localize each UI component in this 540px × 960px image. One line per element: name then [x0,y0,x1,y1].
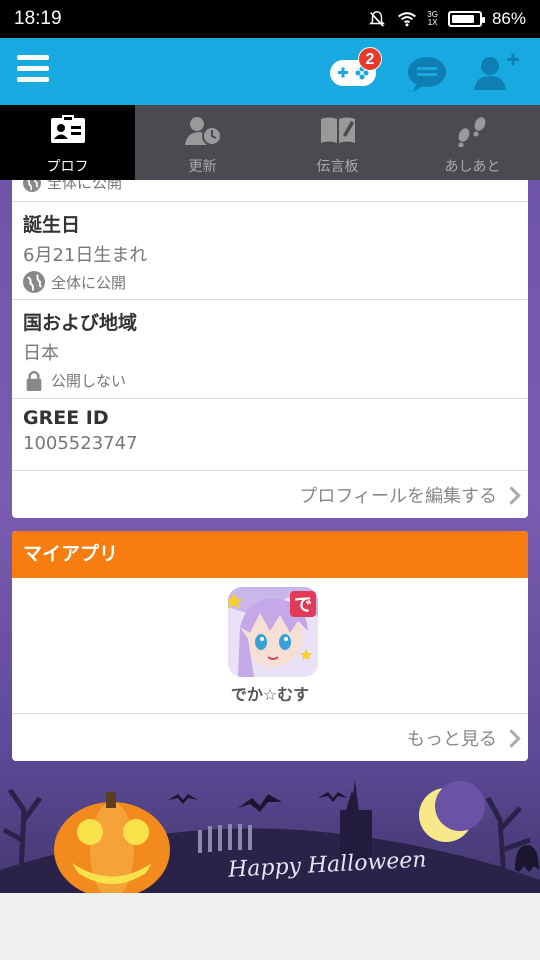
tab-bar: プロフ 更新 伝言板 あしあと [0,105,540,180]
lock-icon [26,370,42,391]
tab-label: あしあと [444,159,501,175]
message-board-icon [320,117,355,143]
birthday-value: 6月21日生まれ [23,245,148,266]
profile-card: 全体に公開 誕生日 6月21日生まれ 全体に公開 国および地域 日本 公開しない… [12,180,528,518]
app-name: でか☆むす [230,685,310,704]
tab-message-board[interactable]: 伝言板 [270,105,405,180]
status-time: 18:19 [14,8,62,29]
my-apps-title: マイアプリ [12,531,528,578]
bottom-area [0,893,540,960]
wifi-icon [398,12,417,27]
gree-id-row: GREE ID 1005523747 [12,399,528,471]
app-icon-dekamusu[interactable]: で [228,587,318,677]
footprints-icon [458,117,485,147]
visibility-label: 公開しない [51,371,127,390]
visibility-label: 全体に公開 [51,273,127,292]
svg-text:で: で [294,595,312,616]
status-icons: 3G 1X 86% [367,9,526,29]
birthday-row: 誕生日 6月21日生まれ 全体に公開 [12,202,528,300]
chat-icon[interactable] [405,54,449,94]
region-value: 日本 [23,343,59,364]
tab-label: プロフ [46,159,89,175]
visibility-label: 全体に公開 [47,180,123,192]
chevron-right-icon [502,485,521,505]
tab-label: 伝言板 [316,159,359,175]
chevron-right-icon [502,728,521,748]
tab-update[interactable]: 更新 [135,105,270,180]
see-more-label: もっと見る [407,729,497,750]
region-row: 国および地域 日本 公開しない [12,300,528,399]
my-apps-card: マイアプリ で でか☆むす もっと見る [12,531,528,761]
app-bar: 2 [0,38,540,105]
battery-icon [447,11,485,27]
gree-id-value: 1005523747 [23,433,138,454]
tab-profile[interactable]: プロフ [0,105,135,180]
tab-footprints[interactable]: あしあと [405,105,540,180]
update-clock-icon [184,117,222,146]
birthday-title: 誕生日 [23,214,81,236]
globe-icon [23,271,45,293]
region-title: 国および地域 [23,312,138,334]
divider [12,713,528,714]
mute-icon [369,11,386,27]
status-bar: 18:19 3G 1X 86% [0,0,540,38]
globe-icon [23,180,41,192]
network-type: 3G 1X [427,10,438,27]
notification-badge: 2 [358,47,382,71]
add-user-icon[interactable] [470,52,520,92]
edit-profile-label: プロフィールを編集する [299,486,497,507]
menu-icon[interactable] [17,55,49,85]
tab-label: 更新 [188,159,217,175]
battery-percent: 86% [491,9,526,28]
partial-row: 全体に公開 [12,180,528,202]
edit-profile-link[interactable]: プロフィールを編集する [299,482,521,508]
gree-id-title: GREE ID [23,407,109,429]
profile-card-icon [50,115,85,143]
see-more-link[interactable]: もっと見る [407,725,521,751]
anime-girl-app-icon: で [228,587,318,677]
